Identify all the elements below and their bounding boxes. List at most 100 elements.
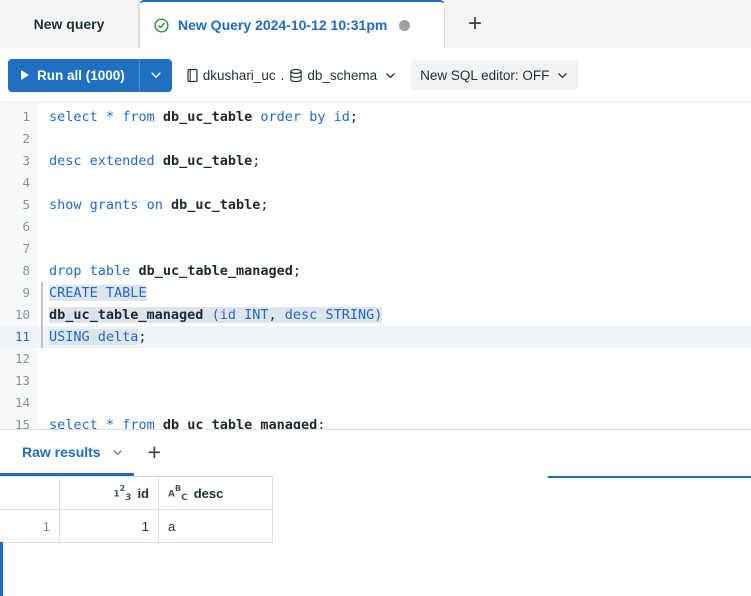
code-line[interactable]: 7	[0, 238, 751, 260]
code-token	[203, 307, 211, 323]
code-token: from	[122, 109, 155, 125]
code-token	[138, 197, 146, 213]
run-all-button[interactable]: Run all (1000)	[8, 59, 139, 92]
code-token: *	[106, 417, 114, 429]
code-block-marker	[41, 282, 43, 304]
tab-raw-results[interactable]: Raw results	[22, 430, 124, 474]
results-tab-bar: Raw results +	[0, 430, 751, 474]
code-line[interactable]: 3desc extended db_uc_table;	[0, 150, 751, 172]
new-sql-editor-toggle[interactable]: New SQL editor: OFF	[411, 60, 578, 90]
line-number: 6	[0, 216, 30, 238]
code-line[interactable]: 11USING delta;	[0, 326, 751, 348]
line-number: 12	[0, 348, 30, 370]
code-token: ,	[269, 307, 277, 323]
code-line[interactable]: 8drop table db_uc_table_managed;	[0, 260, 751, 282]
code-line[interactable]: 14	[0, 392, 751, 414]
table-row[interactable]: 11a	[0, 510, 273, 543]
code-line[interactable]: 12	[0, 348, 751, 370]
code-token: on	[147, 197, 163, 213]
code-token	[98, 109, 106, 125]
code-token: id	[220, 307, 236, 323]
tab-active-query-label: New Query 2024-10-12 10:31pm	[178, 17, 387, 33]
add-result-tab-button[interactable]: +	[148, 430, 161, 474]
results-panel: Raw results + 123idABCdesc11a	[0, 429, 751, 595]
tab-new-query[interactable]: New query	[0, 0, 139, 48]
catalog-name: dkushari_uc	[203, 68, 276, 83]
plus-icon: +	[148, 441, 161, 464]
code-token: ;	[317, 417, 325, 429]
add-tab-button[interactable]: +	[458, 0, 492, 48]
catalog-schema-selector[interactable]: dkushari_uc . db_schema	[186, 68, 397, 83]
code-token: order	[260, 109, 301, 125]
code-token: from	[122, 417, 155, 429]
tab-active-query[interactable]: New Query 2024-10-12 10:31pm	[139, 0, 445, 48]
line-number: 7	[0, 238, 30, 260]
code-block-marker	[41, 304, 43, 326]
code-line[interactable]: 6	[0, 216, 751, 238]
run-all-label: Run all (1000)	[37, 68, 125, 83]
code-token: db_uc_table	[171, 197, 260, 213]
line-number: 4	[0, 172, 30, 194]
sql-editor-app: New query New Query 2024-10-12 10:31pm +…	[0, 0, 751, 595]
column-header-id[interactable]: 123id	[60, 477, 159, 510]
sql-code-editor[interactable]: 1 select * from db_uc_table order by id; 2…	[0, 102, 751, 429]
code-line[interactable]: 10db_uc_table_managed (id INT, desc STRI…	[0, 304, 751, 326]
catalog-schema-separator: .	[281, 68, 285, 83]
run-options-dropdown[interactable]	[139, 59, 172, 92]
row-index-cell[interactable]: 1	[0, 510, 60, 543]
chevron-down-icon	[556, 69, 569, 82]
table-cell[interactable]: 1	[60, 510, 159, 543]
code-line[interactable]: 4	[0, 172, 751, 194]
code-token: db_uc_table_managed	[163, 417, 317, 429]
line-number: 13	[0, 370, 30, 392]
code-line-text: desc extended db_uc_table;	[49, 150, 260, 172]
code-token: )	[374, 307, 382, 323]
code-line-text: select * from db_uc_table_managed;	[49, 414, 325, 429]
code-line[interactable]: 15 select * from db_uc_table_managed;	[0, 414, 751, 429]
string-type-icon: ABC	[168, 484, 188, 503]
code-token: ;	[260, 197, 268, 213]
code-token: drop	[49, 263, 82, 279]
code-token	[155, 109, 163, 125]
line-number: 11	[0, 326, 30, 348]
play-icon	[21, 70, 29, 80]
line-number: 1	[0, 106, 30, 128]
code-line[interactable]: 2	[0, 128, 751, 150]
code-token: desc	[49, 153, 82, 169]
line-number: 2	[0, 128, 30, 150]
column-header-desc[interactable]: ABCdesc	[159, 477, 273, 510]
row-index-header[interactable]	[0, 477, 60, 510]
line-number: 9	[0, 282, 30, 304]
unsaved-dot-icon[interactable]	[399, 20, 410, 31]
code-area[interactable]: 1 select * from db_uc_table order by id; 2…	[0, 106, 751, 429]
code-token: db_uc_table	[163, 153, 252, 169]
code-line[interactable]: 9CREATE TABLE	[0, 282, 751, 304]
chevron-down-icon	[149, 68, 163, 82]
code-token: USING	[49, 329, 90, 345]
code-line-text: select * from db_uc_table order by id;	[49, 106, 358, 128]
table-cell[interactable]: a	[159, 510, 273, 543]
code-line[interactable]: 13	[0, 370, 751, 392]
code-token: extended	[90, 153, 155, 169]
code-token: db_uc_table_managed	[138, 263, 292, 279]
code-token	[82, 197, 90, 213]
code-token	[155, 153, 163, 169]
code-token	[301, 109, 309, 125]
code-token	[277, 307, 285, 323]
code-token	[236, 307, 244, 323]
code-token: table	[90, 263, 131, 279]
code-line[interactable]: 5show grants on db_uc_table;	[0, 194, 751, 216]
code-line[interactable]: 1 select * from db_uc_table order by id;	[0, 106, 751, 128]
code-token: by	[309, 109, 325, 125]
code-token	[82, 263, 90, 279]
panel-left-accent	[0, 542, 3, 596]
schema-name: db_schema	[307, 68, 377, 83]
code-token	[114, 417, 122, 429]
tab-raw-results-label: Raw results	[22, 444, 101, 460]
results-grid[interactable]: 123idABCdesc11a	[0, 476, 273, 543]
code-token: db_uc_table	[163, 109, 252, 125]
line-number: 15	[0, 414, 30, 429]
editor-toolbar: Run all (1000) dkushari_uc .	[0, 48, 751, 102]
number-type-icon: 123	[113, 484, 131, 503]
code-line-text: db_uc_table_managed (id INT, desc STRING…	[49, 304, 382, 326]
